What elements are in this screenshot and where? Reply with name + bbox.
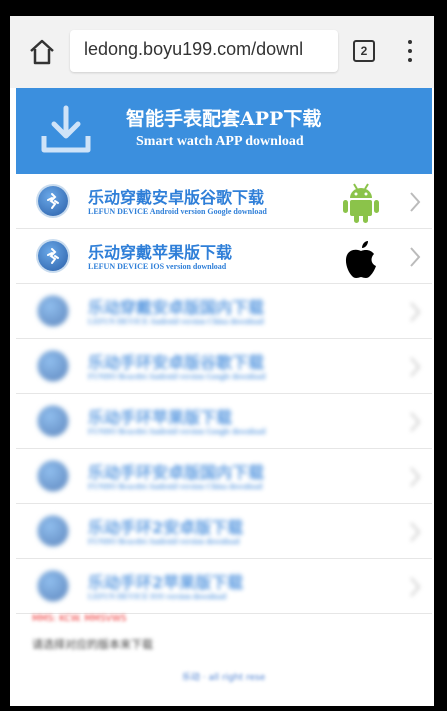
footer-notice: MMS: KCW. MMSVWS bbox=[32, 614, 127, 624]
download-item[interactable]: 乐动穿戴苹果版下载 LEFUN DEVICE IOS version downl… bbox=[16, 229, 432, 284]
download-subtitle: FUNDO Bracelet Android version Google do… bbox=[88, 427, 266, 436]
banner-subtitle: Smart watch APP download bbox=[136, 134, 304, 149]
app-logo-icon bbox=[38, 186, 68, 216]
app-logo-icon bbox=[38, 406, 68, 436]
chevron-right-icon bbox=[408, 190, 422, 214]
footer-link[interactable]: 乐动 · all right rese bbox=[182, 670, 265, 683]
download-subtitle: LEFUN DEVICE Android version China downl… bbox=[88, 317, 264, 326]
chevron-right-icon bbox=[408, 410, 422, 434]
browser-toolbar: ledong.boyu199.com/downl 2 bbox=[10, 16, 434, 88]
download-item[interactable]: 乐动手环2安卓版下载 FUNDO Bracelet Android versio… bbox=[16, 504, 432, 559]
download-subtitle: LEFUN DEVICE IOS version download bbox=[88, 592, 227, 601]
app-logo-icon bbox=[38, 571, 68, 601]
url-text: ledong.boyu199.com/downl bbox=[84, 39, 304, 59]
address-bar[interactable]: ledong.boyu199.com/downl bbox=[70, 30, 338, 72]
chevron-right-icon bbox=[408, 520, 422, 544]
download-list: 乐动穿戴安卓版谷歌下载 LEFUN DEVICE Android version… bbox=[16, 174, 432, 614]
app-logo-icon bbox=[38, 241, 68, 271]
home-icon[interactable] bbox=[26, 36, 58, 68]
download-item[interactable]: 乐动手环苹果版下载 FUNDO Bracelet Android version… bbox=[16, 394, 432, 449]
chevron-right-icon bbox=[408, 355, 422, 379]
download-subtitle: LEFUN DEVICE IOS version download bbox=[88, 262, 227, 271]
download-item[interactable]: 乐动穿戴安卓版国内下载 LEFUN DEVICE Android version… bbox=[16, 284, 432, 339]
download-subtitle: FUNDO Bracelet Android version China dow… bbox=[88, 482, 263, 491]
apple-icon bbox=[342, 237, 380, 279]
app-logo-icon bbox=[38, 516, 68, 546]
browser-screen: ledong.boyu199.com/downl 2 智能手表配套APP下载 S… bbox=[10, 16, 434, 706]
overflow-menu-icon[interactable] bbox=[408, 40, 414, 62]
download-subtitle: LEFUN DEVICE Android version Google down… bbox=[88, 207, 267, 216]
download-title: 乐动手环2安卓版下载 bbox=[88, 518, 244, 537]
download-title: 乐动穿戴苹果版下载 bbox=[88, 243, 233, 262]
download-title: 乐动手环苹果版下载 bbox=[88, 408, 233, 427]
download-item[interactable]: 乐动手环2苹果版下载 LEFUN DEVICE IOS version down… bbox=[16, 559, 432, 614]
download-subtitle: FUNDO Bracelet Android version Google do… bbox=[88, 372, 266, 381]
download-title: 乐动手环2苹果版下载 bbox=[88, 573, 244, 592]
download-subtitle: FUNDO Bracelet Android version download bbox=[88, 537, 240, 546]
download-item[interactable]: 乐动手环安卓版谷歌下载 FUNDO Bracelet Android versi… bbox=[16, 339, 432, 394]
download-item[interactable]: 乐动手环安卓版国内下载 FUNDO Bracelet Android versi… bbox=[16, 449, 432, 504]
app-logo-icon bbox=[38, 461, 68, 491]
app-logo-icon bbox=[38, 351, 68, 381]
chevron-right-icon bbox=[408, 465, 422, 489]
banner-title: 智能手表配套APP下载 bbox=[126, 108, 322, 130]
chevron-right-icon bbox=[408, 245, 422, 269]
download-banner: 智能手表配套APP下载 Smart watch APP download bbox=[16, 88, 432, 174]
download-title: 乐动手环安卓版谷歌下载 bbox=[88, 353, 265, 372]
download-title: 乐动手环安卓版国内下载 bbox=[88, 463, 265, 482]
footer-instruction: 请选择对应的版本来下载 bbox=[32, 638, 153, 651]
download-item[interactable]: 乐动穿戴安卓版谷歌下载 LEFUN DEVICE Android version… bbox=[16, 174, 432, 229]
android-icon bbox=[342, 182, 380, 224]
device-frame: ledong.boyu199.com/downl 2 智能手表配套APP下载 S… bbox=[0, 0, 447, 711]
app-logo-icon bbox=[38, 296, 68, 326]
download-icon bbox=[40, 102, 92, 158]
tab-switcher-button[interactable]: 2 bbox=[353, 40, 375, 62]
chevron-right-icon bbox=[408, 575, 422, 599]
chevron-right-icon bbox=[408, 300, 422, 324]
download-title: 乐动穿戴安卓版谷歌下载 bbox=[88, 188, 265, 207]
download-title: 乐动穿戴安卓版国内下载 bbox=[88, 298, 265, 317]
